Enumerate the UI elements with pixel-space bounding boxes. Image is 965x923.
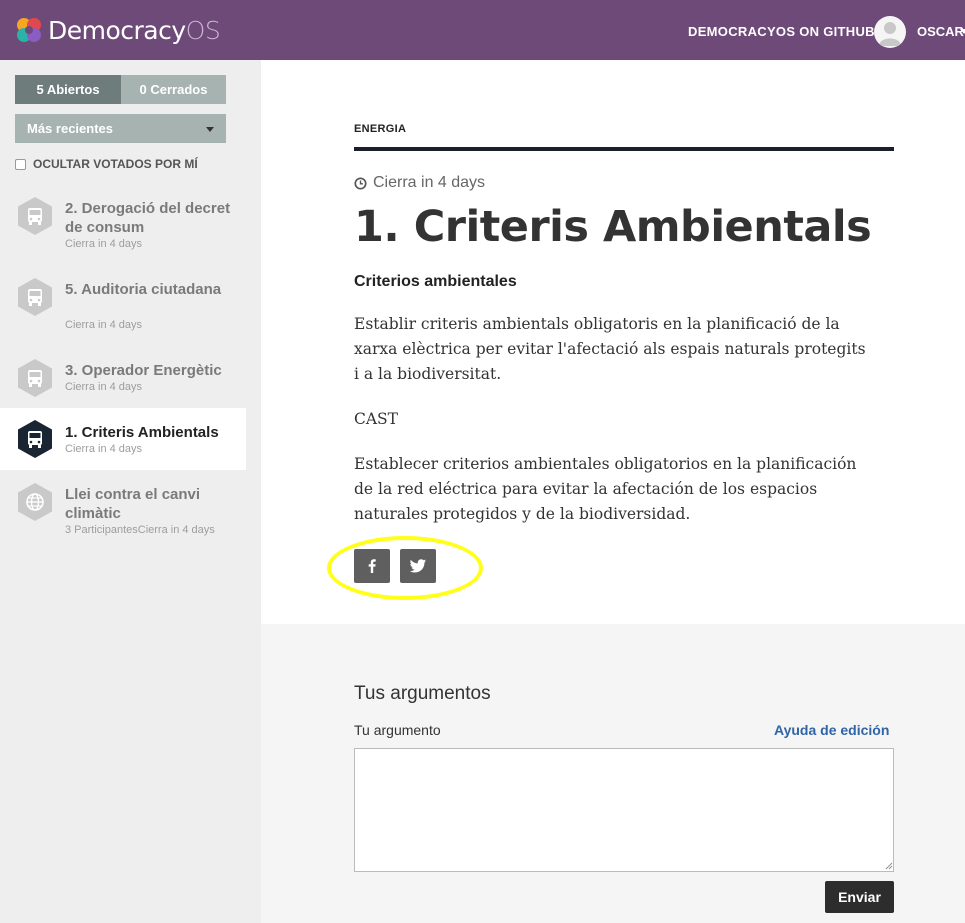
- facebook-icon: [368, 559, 376, 573]
- tab-open[interactable]: 5 Abiertos: [15, 75, 121, 104]
- sidebar-topic-item[interactable]: 2. Derogació del decret de consum Cierra…: [0, 190, 246, 260]
- topic-meta: 3 ParticipantesCierra in 4 days: [65, 524, 215, 536]
- user-menu-caret-icon[interactable]: [960, 29, 965, 34]
- github-link[interactable]: DEMOCRACYOS ON GITHUB: [688, 24, 875, 39]
- brand-suffix: OS: [185, 16, 221, 45]
- arguments-title: Tus argumentos: [354, 683, 491, 704]
- topic-title: 3. Operador Energètic: [65, 362, 222, 379]
- brand-main: Democracy: [48, 16, 186, 45]
- topic-title: 1. Criteris Ambientals: [65, 424, 219, 441]
- twitter-icon: [409, 559, 427, 573]
- bus-icon: [18, 420, 52, 458]
- brand-wordmark[interactable]: DemocracyOS: [48, 15, 221, 47]
- topic-meta: Cierra in 4 days: [65, 319, 143, 331]
- submit-argument-button[interactable]: Enviar: [825, 881, 894, 913]
- closing-info: Cierra in 4 days: [354, 174, 485, 192]
- category-divider: [354, 147, 894, 151]
- sidebar-topic-item-active[interactable]: 1. Criteris Ambientals Cierra in 4 days: [0, 408, 246, 470]
- sidebar-topic-item[interactable]: Llei contra el canvi climàtic 3 Particip…: [0, 476, 246, 546]
- user-avatar[interactable]: [874, 16, 906, 48]
- twitter-share-button[interactable]: [400, 549, 436, 583]
- user-silhouette-icon: [879, 22, 901, 46]
- editing-help-link[interactable]: Ayuda de edición: [774, 722, 889, 738]
- closing-text: Cierra in 4 days: [373, 174, 486, 191]
- topic-title: 1. Criteris Ambientals: [354, 202, 872, 252]
- topic-paragraph: CAST: [354, 410, 399, 428]
- clock-icon: [354, 176, 367, 190]
- user-name[interactable]: OSCAR: [917, 24, 964, 39]
- topic-title: 5. Auditoria ciutadana: [65, 281, 222, 298]
- sort-label: Más recientes: [27, 121, 113, 136]
- tab-closed[interactable]: 0 Cerrados: [121, 75, 226, 104]
- topic-meta: Cierra in 4 days: [65, 381, 143, 393]
- status-tabs: 5 Abiertos 0 Cerrados: [15, 75, 226, 104]
- topic-title: 2. Derogació del decret de consum: [65, 200, 231, 236]
- arguments-section: Tus argumentos Tu argumento Ayuda de edi…: [261, 624, 965, 923]
- topic-article: ENERGIA Cierra in 4 days 1. Criteris Amb…: [261, 60, 965, 624]
- hide-voted-checkbox[interactable]: [15, 158, 26, 170]
- chevron-down-icon: [206, 127, 214, 132]
- argument-field-label: Tu argumento: [354, 722, 441, 738]
- topic-paragraph: Establir criteris ambientals obligatoris…: [354, 315, 866, 383]
- sidebar-topic-item[interactable]: 5. Auditoria ciutadana Cierra in 4 days: [0, 271, 246, 341]
- topic-paragraph: Establecer criterios ambientales obligat…: [354, 455, 857, 523]
- topic-meta: Cierra in 4 days: [65, 443, 143, 455]
- topic-subtitle: Criterios ambientales: [354, 273, 517, 290]
- topic-category[interactable]: ENERGIA: [354, 123, 406, 135]
- bus-icon: [18, 278, 52, 316]
- globe-icon: [18, 483, 52, 521]
- bus-icon: [18, 359, 52, 397]
- topic-title: Llei contra el canvi climàtic: [65, 486, 201, 522]
- bus-icon: [18, 197, 52, 235]
- sidebar: 5 Abiertos 0 Cerrados Más recientes OCUL…: [0, 60, 261, 923]
- democracyos-logo-icon[interactable]: [14, 15, 44, 45]
- top-navbar: DemocracyOS DEMOCRACYOS ON GITHUB OSCAR: [0, 0, 965, 60]
- resize-grip-icon[interactable]: [885, 862, 893, 870]
- sidebar-topic-item[interactable]: 3. Operador Energètic Cierra in 4 days: [0, 352, 246, 404]
- argument-textarea[interactable]: [354, 748, 894, 872]
- sort-dropdown[interactable]: Más recientes: [15, 114, 226, 143]
- hide-voted-label: OCULTAR VOTADOS POR MÍ: [33, 157, 198, 171]
- facebook-share-button[interactable]: [354, 549, 390, 583]
- topic-meta: Cierra in 4 days: [65, 238, 143, 250]
- hide-voted-filter[interactable]: OCULTAR VOTADOS POR MÍ: [15, 157, 198, 171]
